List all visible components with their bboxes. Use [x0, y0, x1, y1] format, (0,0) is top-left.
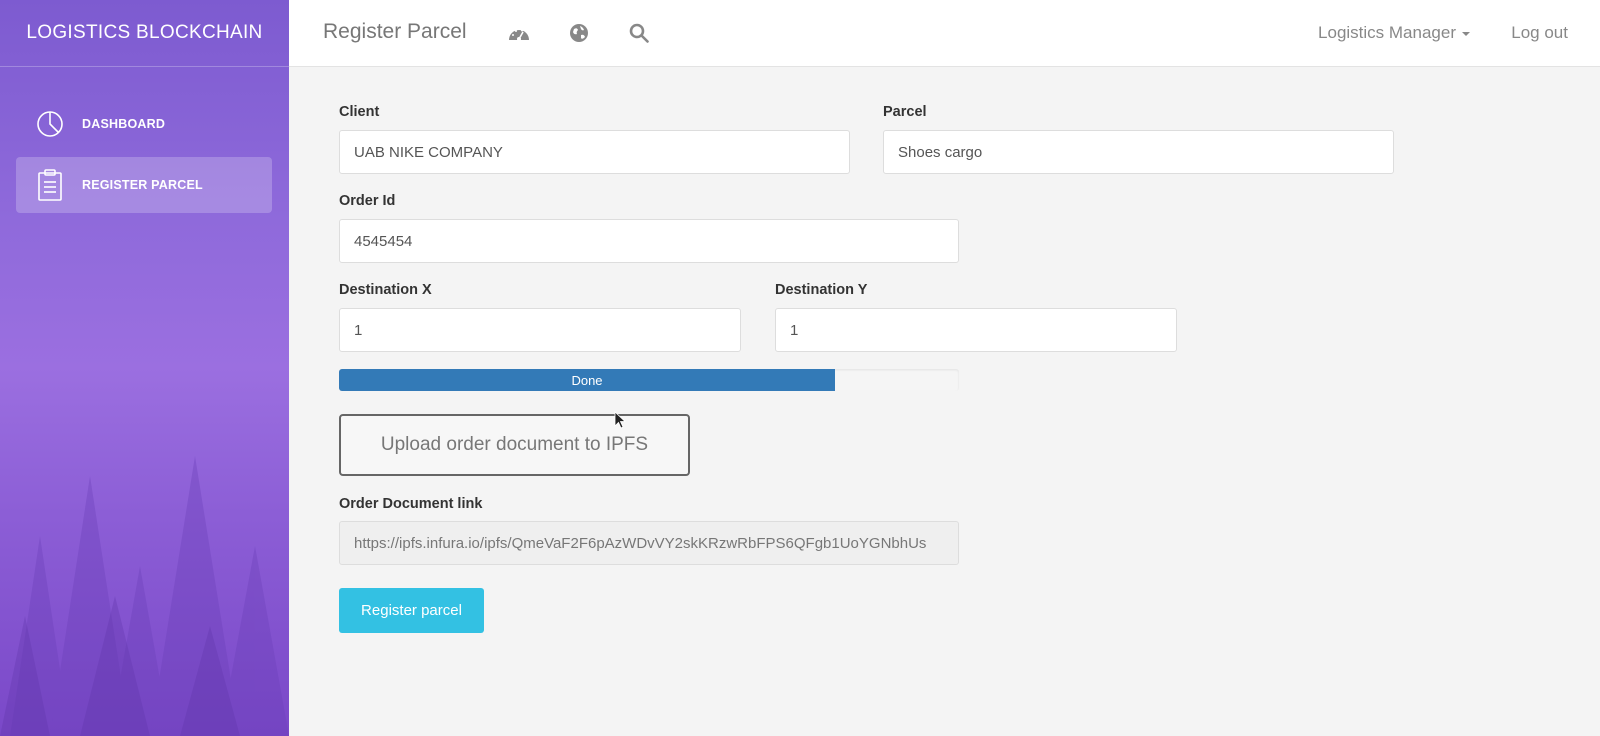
order-id-input[interactable]: 4545454 [339, 219, 959, 263]
destination-x-input[interactable]: 1 [339, 308, 741, 352]
destination-x-label: Destination X [339, 282, 432, 298]
forest-background [0, 456, 289, 736]
destination-y-label: Destination Y [775, 282, 868, 298]
order-id-label: Order Id [339, 193, 396, 209]
register-parcel-button[interactable]: Register parcel [339, 588, 484, 633]
search-icon[interactable] [628, 22, 650, 44]
pie-chart-icon [35, 109, 65, 139]
mouse-cursor-icon [614, 411, 626, 429]
document-link-label: Order Document link [339, 496, 483, 512]
page-title: Register Parcel [323, 20, 467, 43]
parcel-label: Parcel [883, 104, 927, 120]
upload-ipfs-button[interactable]: Upload order document to IPFS [339, 414, 690, 476]
sidebar-item-register-parcel[interactable]: REGISTER PARCEL [16, 157, 272, 213]
destination-y-input[interactable]: 1 [775, 308, 1177, 352]
upload-progress: Done [339, 369, 959, 391]
globe-icon[interactable] [568, 22, 590, 44]
client-input[interactable]: UAB NIKE COMPANY [339, 130, 850, 174]
document-link-input[interactable]: https://ipfs.infura.io/ipfs/QmeVaF2F6pAz… [339, 521, 959, 565]
sidebar-item-label: REGISTER PARCEL [82, 178, 203, 192]
sidebar-item-label: DASHBOARD [82, 117, 166, 131]
parcel-input[interactable]: Shoes cargo [883, 130, 1394, 174]
dashboard-gauge-icon[interactable] [508, 22, 530, 44]
user-menu-dropdown[interactable]: Logistics Manager [1318, 23, 1470, 43]
user-name: Logistics Manager [1318, 23, 1456, 42]
brand-title[interactable]: LOGISTICS BLOCKCHAIN [0, 0, 289, 67]
clipboard-icon [35, 169, 65, 201]
top-navbar: Register Parcel Logistics Manager Log ou… [289, 0, 1600, 67]
sidebar: LOGISTICS BLOCKCHAIN DASHBOARD REGISTER … [0, 0, 289, 736]
client-label: Client [339, 104, 380, 120]
sidebar-item-dashboard[interactable]: DASHBOARD [16, 96, 272, 152]
progress-bar-fill: Done [339, 369, 835, 391]
logout-link[interactable]: Log out [1511, 23, 1568, 43]
caret-down-icon [1462, 32, 1470, 36]
